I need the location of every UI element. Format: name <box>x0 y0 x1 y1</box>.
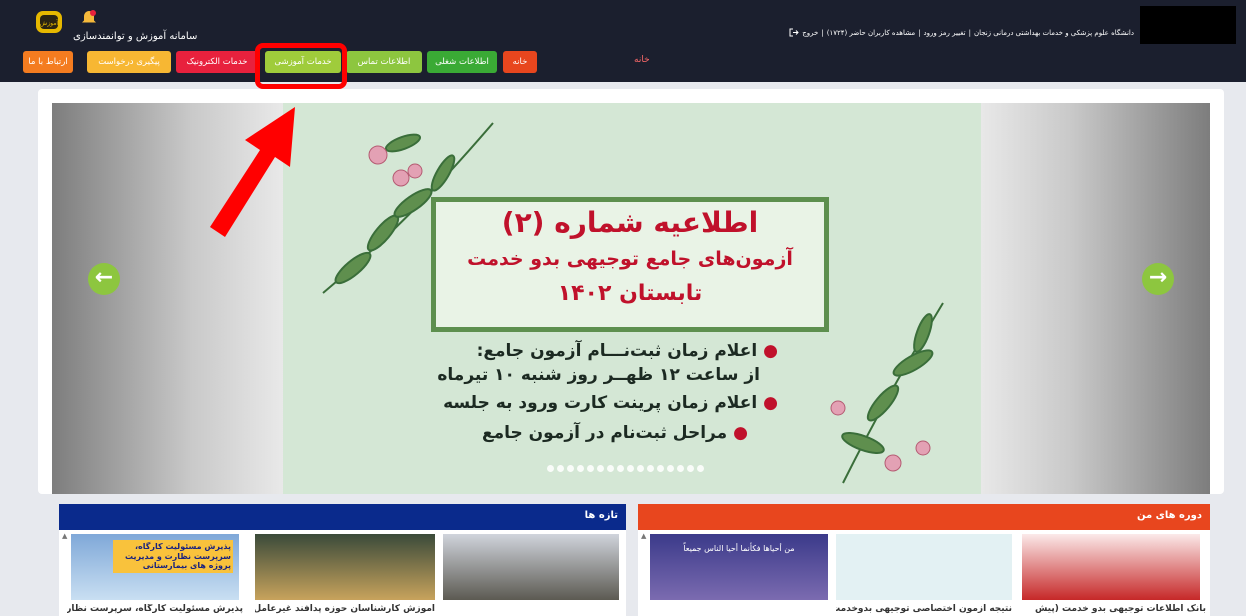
announcement-bullet-3: ●مراحل ثبت‌نام در آزمون جامع <box>481 423 748 443</box>
slider-next-button[interactable]: → <box>1142 263 1174 295</box>
nav-job-info[interactable]: اطلاعات شغلی <box>427 51 497 73</box>
change-password-link[interactable]: تغییر رمز ورود <box>923 29 965 37</box>
course-card-image-text: من أحیاها فکأنما أحیا الناس جمیعاً <box>683 544 795 553</box>
highlight-box <box>255 43 347 89</box>
slider-dot[interactable] <box>687 465 694 472</box>
online-users-link[interactable]: مشاهده کاربران حاضر (۱۷۲۴) <box>827 29 915 37</box>
announcement-subtitle: آزمون‌های جامع توجیهی بدو خدمت <box>467 248 793 270</box>
slide-image: اطلاعیه شماره (۲) آزمون‌های جامع توجیهی … <box>283 103 981 494</box>
slider-dot[interactable] <box>587 465 594 472</box>
slider-pagination <box>547 465 704 472</box>
announcement-bullet-1-line2: از ساعت ۱۲ ظهــر روز شنبه ۱۰ تیرماه <box>437 365 760 385</box>
notification-bell-icon[interactable] <box>80 9 98 27</box>
red-pointer-arrow-icon <box>210 107 295 237</box>
app-logo[interactable]: آموزش <box>34 8 64 36</box>
slider-dot[interactable] <box>547 465 554 472</box>
announcement-box: اطلاعیه شماره (۲) آزمون‌های جامع توجیهی … <box>431 197 829 332</box>
course-card-image-1[interactable]: من أحیاها فکأنما أحیا الناس جمیعاً <box>650 534 828 600</box>
nav-contact-us[interactable]: ارتباط با ما <box>23 51 73 73</box>
slider-dot[interactable] <box>607 465 614 472</box>
news-card-image-text: پذیرش مسئولیت کارگاه، سرپرست نظارت و مدی… <box>113 540 233 573</box>
news-card-title-2[interactable]: آموزش کارشناسان حوزه پدافند غیرعامل با <box>255 604 435 614</box>
nav-electronic-services[interactable]: خدمات الکترونیک <box>176 51 258 73</box>
course-card-image-2[interactable] <box>836 534 1012 600</box>
my-courses-section: دوره های من ▲ من أحیاها فکأنما أحیا النا… <box>638 504 1210 616</box>
user-info-box <box>1140 6 1236 44</box>
scroll-up-icon[interactable]: ▲ <box>641 532 649 540</box>
course-card-title-3[interactable]: بانک اطلاعات توجیهی بدو خدمت (پیش <box>1022 604 1206 614</box>
slider-dot[interactable] <box>577 465 584 472</box>
slider-dot[interactable] <box>657 465 664 472</box>
breadcrumb-home: خانه <box>634 55 650 65</box>
slider-dot[interactable] <box>667 465 674 472</box>
nav-home[interactable]: خانه <box>503 51 537 73</box>
news-card-image-3[interactable] <box>443 534 619 600</box>
scroll-up-icon[interactable]: ▲ <box>62 532 70 540</box>
logout-link[interactable]: خروج <box>802 29 818 37</box>
slider-dot[interactable] <box>647 465 654 472</box>
course-card-image-3[interactable] <box>1022 534 1200 600</box>
announcement-title: اطلاعیه شماره (۲) <box>501 206 759 239</box>
nav-request-tracking[interactable]: پیگیری درخواست <box>87 51 171 73</box>
slider-dot[interactable] <box>627 465 634 472</box>
my-courses-header: دوره های من <box>638 504 1210 530</box>
header-links: دانشگاه علوم پزشکی و خدمات بهداشتی درمان… <box>789 28 1134 37</box>
svg-text:آموزش: آموزش <box>40 18 59 27</box>
university-name: دانشگاه علوم پزشکی و خدمات بهداشتی درمان… <box>973 28 1134 37</box>
news-card-image-1[interactable]: پذیرش مسئولیت کارگاه، سرپرست نظارت و مدی… <box>71 534 239 600</box>
news-section: تازه ها ▲ پذیرش مسئولیت کارگاه، سرپرست ن… <box>59 504 626 616</box>
slider-dot[interactable] <box>557 465 564 472</box>
system-title: سامانه آموزش و توانمندسازی <box>73 31 198 42</box>
slider-dot[interactable] <box>677 465 684 472</box>
slider-dot[interactable] <box>567 465 574 472</box>
slider-dot[interactable] <box>617 465 624 472</box>
announcement-season: تابستان ۱۴۰۲ <box>557 281 703 306</box>
slider-dot[interactable] <box>637 465 644 472</box>
slider-dot[interactable] <box>597 465 604 472</box>
news-card-image-2[interactable] <box>255 534 435 600</box>
slider-prev-button[interactable]: ← <box>88 263 120 295</box>
arrow-left-circle-icon: ← <box>94 265 114 290</box>
news-card-title-1[interactable]: پذیرش مسئولیت کارگاه، سرپرست نظارت و <box>67 604 243 614</box>
course-card-title-2[interactable]: نتیجه آزمون اختصاصی توجیهی بدوخدمت <box>836 604 1012 614</box>
top-bar: دانشگاه علوم پزشکی و خدمات بهداشتی درمان… <box>0 0 1246 50</box>
announcement-bullet-1: ●اعلام زمان ثبت‌نـــام آزمون جامع: <box>476 341 778 361</box>
logout-icon[interactable] <box>789 28 799 37</box>
arrow-right-circle-icon: → <box>1148 265 1168 290</box>
announcement-bullet-2: ●اعلام زمان پرینت کارت ورود به جلسه <box>443 393 778 413</box>
nav-contact-info[interactable]: اطلاعات تماس <box>346 51 422 73</box>
news-header: تازه ها <box>59 504 626 530</box>
slider-dot[interactable] <box>697 465 704 472</box>
